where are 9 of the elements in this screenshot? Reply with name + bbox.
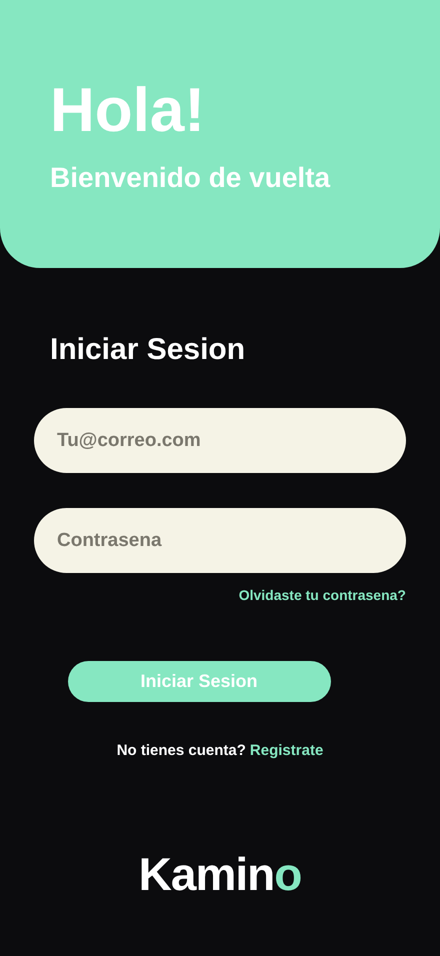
greeting-subtitle: Bienvenido de vuelta [50,162,332,194]
register-link[interactable]: Registrate [250,742,324,759]
login-heading: Iniciar Sesion [50,332,246,368]
signup-prompt: No tienes cuenta? [116,742,246,759]
logo: Kamino [138,847,302,901]
forgot-password-link[interactable]: Olvidaste tu contrasena? [238,587,406,603]
input-field[interactable]: Contrasena [34,508,406,573]
greeting-title: Hola! [50,78,206,144]
input-field[interactable]: Tu@correo.com [34,408,406,473]
